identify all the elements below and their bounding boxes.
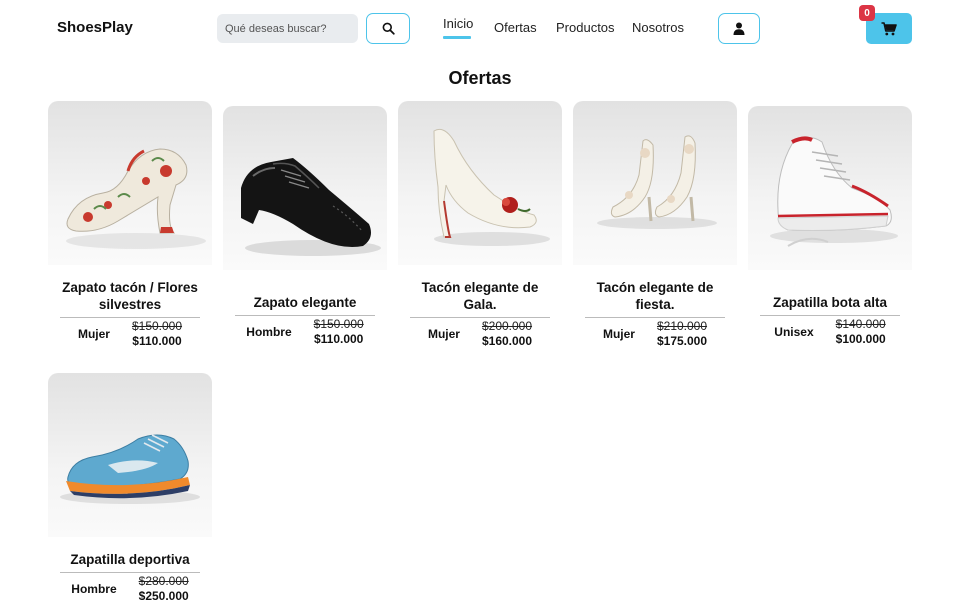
product-new-price: $160.000 — [481, 334, 533, 348]
search-button[interactable] — [366, 13, 410, 44]
product-old-price: $140.000 — [835, 317, 886, 331]
product-card[interactable]: Zapatilla deportiva Hombre $280.000 $250… — [48, 373, 212, 600]
product-gender: Hombre — [246, 325, 292, 339]
product-image-running-shoe[interactable] — [48, 373, 212, 537]
product-card[interactable]: Zapatilla bota alta Unisex $140.000 $100… — [748, 106, 912, 347]
product-image-black-oxford[interactable] — [223, 106, 387, 270]
nav-nosotros[interactable]: Nosotros — [632, 20, 684, 35]
product-image-white-stiletto[interactable] — [398, 101, 562, 265]
product-new-price: $175.000 — [656, 334, 708, 348]
cart-icon — [881, 21, 897, 35]
product-name: Tacón elegante de Gala. — [421, 280, 539, 312]
brand-logo[interactable]: ShoesPlay — [57, 19, 133, 36]
product-gender: Mujer — [427, 327, 460, 341]
search-input[interactable] — [217, 14, 358, 43]
product-name: Tacón elegante de fiesta. — [596, 280, 714, 312]
divider — [585, 317, 725, 318]
product-card[interactable]: Tacón elegante de fiesta. Mujer $210.000… — [573, 101, 737, 349]
divider — [760, 315, 900, 316]
product-old-price: $280.000 — [138, 574, 189, 588]
divider — [235, 315, 375, 316]
product-gender: Unisex — [774, 325, 814, 339]
nav-productos[interactable]: Productos — [556, 20, 615, 35]
user-icon — [733, 22, 745, 35]
product-image-white-sandals[interactable] — [573, 101, 737, 265]
product-name: Zapato tacón / Flores silvestres — [62, 280, 198, 312]
product-name: Zapatilla deportiva — [70, 552, 190, 567]
search-icon — [382, 22, 395, 35]
product-card[interactable]: Zapato tacón / Flores silvestres Mujer $… — [48, 101, 212, 349]
product-new-price: $110.000 — [132, 334, 182, 348]
cart-count-badge: 0 — [859, 5, 875, 21]
nav-active-indicator — [443, 36, 471, 39]
product-gender: Mujer — [602, 327, 635, 341]
product-old-price: $200.000 — [481, 319, 533, 333]
product-name: Zapato elegante — [253, 295, 357, 310]
divider — [60, 317, 200, 318]
nav-ofertas[interactable]: Ofertas — [494, 20, 537, 35]
section-title: Ofertas — [448, 68, 512, 88]
product-gender: Mujer — [77, 327, 110, 341]
product-new-price: $100.000 — [835, 332, 886, 346]
product-image-floral-heel[interactable] — [48, 101, 212, 265]
product-card[interactable]: Zapato elegante Hombre $150.000 $110.000 — [223, 106, 387, 347]
product-image-high-top-sneaker[interactable] — [748, 106, 912, 270]
nav-inicio[interactable]: Inicio — [443, 16, 473, 31]
product-new-price: $110.000 — [313, 332, 364, 346]
product-card[interactable]: Tacón elegante de Gala. Mujer $200.000 $… — [398, 101, 562, 349]
product-new-price: $250.000 — [138, 589, 189, 600]
product-old-price: $150.000 — [131, 319, 183, 333]
product-old-price: $210.000 — [656, 319, 708, 333]
user-button[interactable] — [718, 13, 760, 44]
product-name: Zapatilla bota alta — [772, 295, 888, 310]
divider — [60, 572, 200, 573]
product-old-price: $150.000 — [313, 317, 364, 331]
header: ShoesPlay Inicio Ofertas Productos Nosot… — [0, 0, 960, 60]
product-gender: Hombre — [71, 582, 117, 596]
divider — [410, 317, 550, 318]
